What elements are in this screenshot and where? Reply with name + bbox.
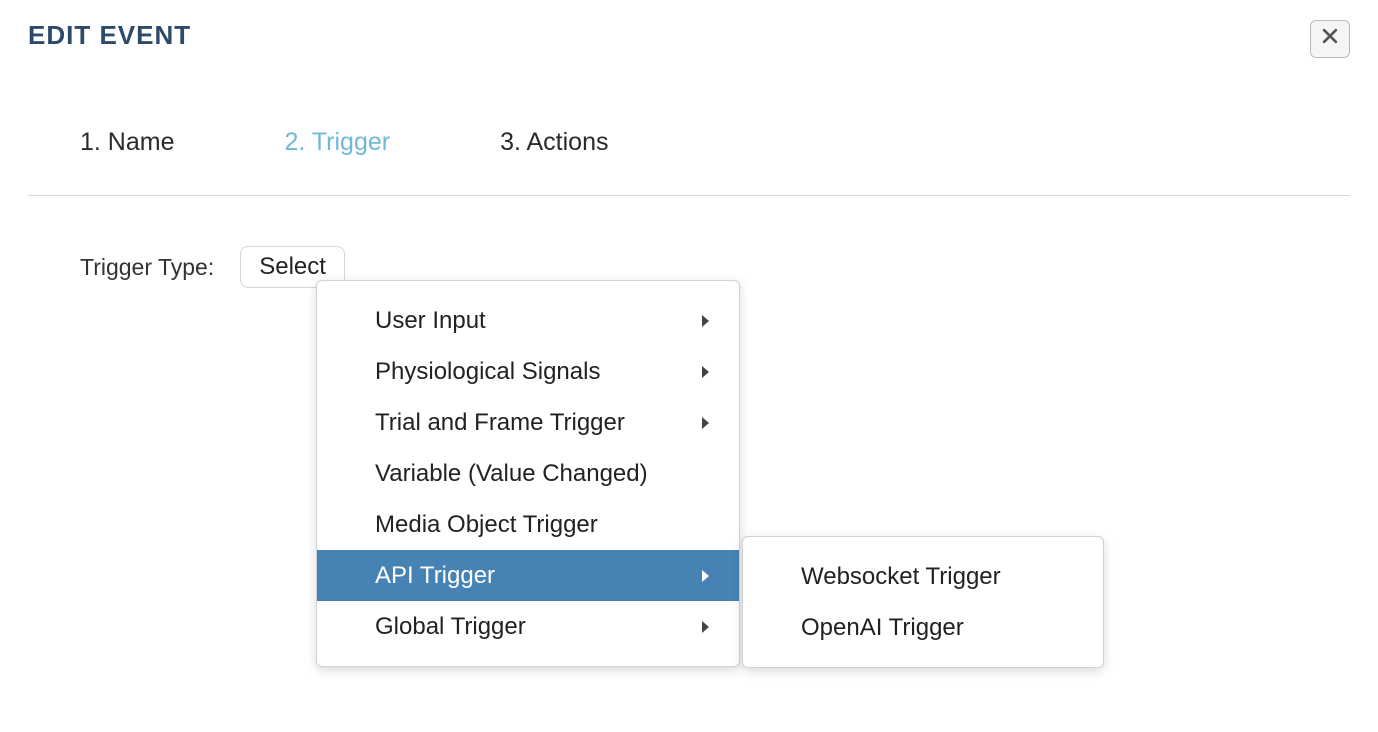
menu-item-label: Media Object Trigger xyxy=(375,511,598,539)
menu-item-api-trigger[interactable]: API Trigger xyxy=(317,550,739,601)
menu-item-user-input[interactable]: User Input xyxy=(317,295,739,346)
submenu-item-websocket-trigger[interactable]: Websocket Trigger xyxy=(743,551,1103,602)
chevron-right-icon xyxy=(702,315,709,327)
step-name[interactable]: 1. Name xyxy=(80,128,174,157)
trigger-type-dropdown: User Input Physiological Signals Trial a… xyxy=(316,280,740,667)
divider xyxy=(28,195,1350,196)
menu-item-label: Physiological Signals xyxy=(375,358,600,386)
menu-item-physiological-signals[interactable]: Physiological Signals xyxy=(317,346,739,397)
chevron-right-icon xyxy=(702,621,709,633)
menu-item-label: API Trigger xyxy=(375,562,495,590)
page-title: EDIT EVENT xyxy=(28,20,191,51)
menu-item-global-trigger[interactable]: Global Trigger xyxy=(317,601,739,652)
menu-item-label: Variable (Value Changed) xyxy=(375,460,648,488)
menu-item-label: Global Trigger xyxy=(375,613,526,641)
close-button[interactable] xyxy=(1310,20,1350,58)
menu-item-label: Websocket Trigger xyxy=(801,563,1001,591)
chevron-right-icon xyxy=(702,366,709,378)
api-trigger-submenu: Websocket Trigger OpenAI Trigger xyxy=(742,536,1104,668)
menu-item-trial-frame-trigger[interactable]: Trial and Frame Trigger xyxy=(317,397,739,448)
menu-item-variable-value-changed[interactable]: Variable (Value Changed) xyxy=(317,448,739,499)
submenu-item-openai-trigger[interactable]: OpenAI Trigger xyxy=(743,602,1103,653)
menu-item-label: OpenAI Trigger xyxy=(801,614,964,642)
menu-item-media-object-trigger[interactable]: Media Object Trigger xyxy=(317,499,739,550)
step-trigger[interactable]: 2. Trigger xyxy=(284,128,390,157)
close-icon xyxy=(1320,26,1340,52)
wizard-steps: 1. Name 2. Trigger 3. Actions xyxy=(80,128,1350,157)
chevron-right-icon xyxy=(702,417,709,429)
chevron-right-icon xyxy=(702,570,709,582)
menu-item-label: User Input xyxy=(375,307,486,335)
menu-item-label: Trial and Frame Trigger xyxy=(375,409,625,437)
step-actions[interactable]: 3. Actions xyxy=(500,128,608,157)
trigger-type-label: Trigger Type: xyxy=(80,254,214,281)
